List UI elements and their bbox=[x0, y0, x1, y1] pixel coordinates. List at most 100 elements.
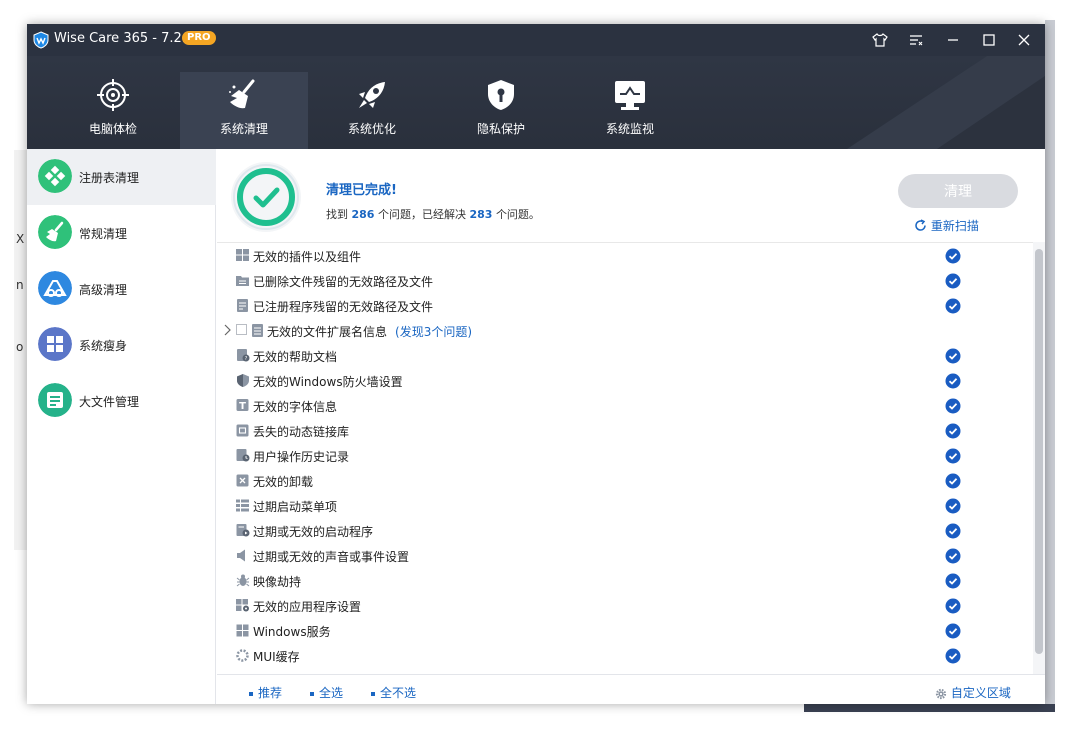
checked-icon[interactable] bbox=[945, 348, 961, 364]
list-item-label: 无效的应用程序设置 bbox=[253, 600, 362, 614]
main-panel: 清理已完成! 找到 286 个问题，已经解决 283 个问题。 清理 重新扫描 … bbox=[217, 149, 1045, 704]
mui-cache-icon bbox=[236, 649, 249, 662]
maximize-icon bbox=[983, 34, 995, 46]
list-item-label: 已删除文件残留的无效路径及文件 bbox=[253, 275, 434, 289]
select-none-label: 全不选 bbox=[380, 686, 417, 700]
checked-icon[interactable] bbox=[945, 623, 961, 639]
checked-icon[interactable] bbox=[945, 448, 961, 464]
list-item-label: 过期或无效的启动程序 bbox=[253, 525, 374, 539]
checked-icon[interactable] bbox=[945, 298, 961, 314]
status-title: 清理已完成! bbox=[326, 183, 397, 198]
custom-area-label: 自定义区域 bbox=[950, 686, 1011, 700]
sidebar-item-large-file-manager[interactable]: 大文件管理 bbox=[27, 373, 216, 429]
custom-area-link[interactable]: 自定义区域 bbox=[935, 684, 1011, 701]
select-all-link[interactable]: 全选 bbox=[310, 684, 343, 701]
checked-icon[interactable] bbox=[945, 498, 961, 514]
list-item-label: 无效的字体信息 bbox=[253, 400, 338, 414]
list-item[interactable]: 无效的卸载 bbox=[217, 468, 1027, 493]
advanced-clean-icon bbox=[38, 271, 72, 305]
menu-button[interactable] bbox=[904, 30, 928, 50]
checked-icon[interactable] bbox=[945, 273, 961, 289]
close-button[interactable] bbox=[1012, 30, 1036, 50]
list-item[interactable]: 已注册程序残留的无效路径及文件 bbox=[217, 293, 1027, 318]
pro-badge: PRO bbox=[182, 31, 216, 45]
sidebar-item-label: 高级清理 bbox=[79, 283, 128, 297]
tab-system-monitor[interactable]: 系统监视 bbox=[566, 74, 694, 149]
list-item[interactable]: 无效的插件以及组件 bbox=[217, 243, 1027, 268]
svg-text:T: T bbox=[239, 401, 246, 412]
tab-system-clean[interactable]: 系统清理 bbox=[180, 72, 308, 149]
tab-pc-checkup[interactable]: 电脑体检 bbox=[49, 74, 177, 149]
sidebar-item-system-slim[interactable]: 系统瘦身 bbox=[27, 317, 216, 373]
select-none-link[interactable]: 全不选 bbox=[371, 684, 416, 701]
minimize-button[interactable] bbox=[941, 30, 965, 50]
recommend-link[interactable]: 推荐 bbox=[249, 684, 282, 701]
list-item-expandable[interactable]: 无效的文件扩展名信息 (发现3个问题) bbox=[217, 318, 1027, 343]
main-nav: 电脑体检 系统清理 系统优化 隐私保护 系统监视 bbox=[27, 56, 1045, 149]
broom-icon bbox=[229, 79, 255, 109]
sidebar: 注册表清理 常规清理 高级清理 系统瘦身 大文件管理 bbox=[27, 149, 216, 704]
background-taskbar-fragment bbox=[804, 704, 1055, 712]
checked-icon[interactable] bbox=[945, 473, 961, 489]
item-checkbox[interactable] bbox=[236, 324, 247, 335]
found-count: 286 bbox=[351, 208, 375, 221]
sidebar-item-label: 大文件管理 bbox=[79, 395, 140, 409]
checked-icon[interactable] bbox=[945, 523, 961, 539]
list-item[interactable]: 映像劫持 bbox=[217, 568, 1027, 593]
checked-icon[interactable] bbox=[945, 398, 961, 414]
checked-icon[interactable] bbox=[945, 573, 961, 589]
found-issues-link[interactable]: (发现3个问题) bbox=[395, 325, 472, 339]
list-item[interactable]: 过期或无效的启动程序 bbox=[217, 518, 1027, 543]
checked-icon[interactable] bbox=[945, 423, 961, 439]
list-item-label: 无效的帮助文档 bbox=[253, 350, 338, 364]
start-menu-icon bbox=[236, 499, 249, 512]
checked-icon[interactable] bbox=[945, 248, 961, 264]
list-scrollbar-thumb[interactable] bbox=[1035, 249, 1043, 654]
app-settings-icon bbox=[236, 599, 249, 612]
checked-icon[interactable] bbox=[945, 598, 961, 614]
registry-items-list[interactable]: 无效的插件以及组件 已删除文件残留的无效路径及文件 已注册程序残留的无效路径及文… bbox=[217, 242, 1045, 674]
list-item[interactable]: Windows服务 bbox=[217, 618, 1027, 643]
chevron-right-icon[interactable] bbox=[222, 323, 232, 337]
uninstall-icon bbox=[236, 474, 249, 487]
title-bar[interactable]: Wise Care 365 - 7.2.5 PRO bbox=[27, 24, 1045, 56]
maximize-button[interactable] bbox=[977, 30, 1001, 50]
menu-icon bbox=[910, 35, 923, 46]
list-item[interactable]: 过期启动菜单项 bbox=[217, 493, 1027, 518]
crosshair-icon bbox=[97, 79, 129, 111]
clean-button[interactable]: 清理 bbox=[898, 174, 1018, 208]
tab-label: 系统监视 bbox=[605, 122, 654, 136]
minimize-icon bbox=[948, 39, 958, 41]
sidebar-item-advanced-clean[interactable]: 高级清理 bbox=[27, 261, 216, 317]
status-text: 找到 bbox=[326, 208, 348, 221]
list-item[interactable]: 丢失的动态链接库 bbox=[217, 418, 1027, 443]
list-item-label: Windows服务 bbox=[253, 625, 331, 639]
rocket-icon bbox=[359, 82, 385, 108]
list-item[interactable]: 用户操作历史记录 bbox=[217, 443, 1027, 468]
status-text: 个问题，已经解决 bbox=[377, 208, 466, 221]
rescan-link[interactable]: 重新扫描 bbox=[914, 217, 979, 234]
checked-icon[interactable] bbox=[945, 548, 961, 564]
list-item[interactable]: 已删除文件残留的无效路径及文件 bbox=[217, 268, 1027, 293]
list-item[interactable]: 无效的应用程序设置 bbox=[217, 593, 1027, 618]
checked-icon[interactable] bbox=[945, 373, 961, 389]
list-item[interactable]: MUI缓存 bbox=[217, 643, 1027, 668]
list-item-label: 无效的卸载 bbox=[253, 475, 314, 489]
list-item[interactable]: ? 无效的帮助文档 bbox=[217, 343, 1027, 368]
window-title: Wise Care 365 - 7.2.5 bbox=[54, 31, 195, 46]
list-item[interactable]: T 无效的字体信息 bbox=[217, 393, 1027, 418]
windows-icon bbox=[236, 624, 249, 637]
list-item-label: 过期启动菜单项 bbox=[253, 500, 338, 514]
bullet-icon bbox=[249, 691, 253, 696]
status-description: 找到 286 个问题，已经解决 283 个问题。 bbox=[326, 206, 540, 222]
sidebar-item-registry-clean[interactable]: 注册表清理 bbox=[27, 149, 216, 205]
status-text: 个问题。 bbox=[495, 208, 540, 221]
tab-privacy-protect[interactable]: 隐私保护 bbox=[437, 74, 565, 149]
skin-button[interactable] bbox=[868, 30, 892, 50]
list-item[interactable]: 无效的Windows防火墙设置 bbox=[217, 368, 1027, 393]
list-item[interactable]: 过期或无效的声音或事件设置 bbox=[217, 543, 1027, 568]
checked-icon[interactable] bbox=[945, 648, 961, 664]
sidebar-item-regular-clean[interactable]: 常规清理 bbox=[27, 205, 216, 261]
tab-system-optimize[interactable]: 系统优化 bbox=[308, 74, 436, 149]
sidebar-item-label: 系统瘦身 bbox=[79, 339, 128, 353]
